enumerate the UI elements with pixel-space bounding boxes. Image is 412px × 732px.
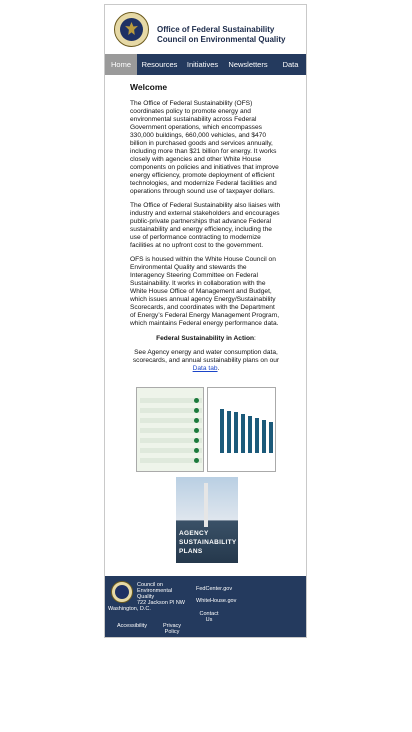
footer-link-whitehouse[interactable]: WhiteHouse.gov bbox=[196, 598, 236, 604]
nav-initiatives[interactable]: Initiatives bbox=[182, 54, 223, 75]
monument-icon bbox=[204, 483, 208, 527]
footer-address-line2: Washington, D.C. bbox=[108, 606, 151, 612]
poster-line-1: AGENCY bbox=[179, 530, 209, 537]
site-title-line1: Office of Federal Sustainability bbox=[157, 25, 275, 34]
nav-home[interactable]: Home bbox=[105, 54, 137, 75]
footer-link-accessibility[interactable]: Accessibility bbox=[117, 623, 147, 629]
see-data-text: See Agency energy and water consumption … bbox=[130, 349, 282, 373]
site-footer: Council on Environmental Quality 722 Jac… bbox=[105, 576, 306, 637]
footer-seal-icon bbox=[111, 581, 133, 603]
page-heading: Welcome bbox=[130, 82, 168, 92]
footer-link-privacy[interactable]: Privacy Policy bbox=[161, 623, 183, 635]
poster-line-2: SUSTAINABILITY bbox=[179, 539, 237, 546]
nav-resources[interactable]: Resources bbox=[137, 54, 182, 75]
data-thumbnails bbox=[136, 387, 276, 472]
site-header: Office of Federal Sustainability Council… bbox=[105, 5, 306, 54]
water-use-chart-thumbnail[interactable] bbox=[207, 387, 276, 472]
nav-data[interactable]: Data bbox=[273, 54, 306, 75]
footer-org: Council on Environmental Quality bbox=[137, 582, 173, 600]
page-frame: Office of Federal Sustainability Council… bbox=[104, 4, 307, 638]
intro-paragraph-2: The Office of Federal Sustainability als… bbox=[130, 202, 281, 249]
presidential-seal-icon[interactable] bbox=[114, 12, 149, 47]
scorecard-thumbnail[interactable] bbox=[136, 387, 204, 472]
section-subheading-colon: : bbox=[254, 335, 256, 342]
site-title[interactable]: Office of Federal Sustainability Council… bbox=[157, 25, 285, 45]
site-title-line2: Council on Environmental Quality bbox=[157, 35, 286, 44]
main-content: Welcome The Office of Federal Sustainabi… bbox=[130, 83, 282, 373]
data-tab-link-suffix: . bbox=[217, 365, 220, 372]
see-data-sentence: See Agency energy and water consumption … bbox=[132, 349, 280, 364]
footer-link-fedcenter[interactable]: FedCenter.gov bbox=[196, 586, 232, 592]
poster-text: AGENCY SUSTAINABILITY PLANS bbox=[179, 529, 237, 556]
intro-paragraph-1: The Office of Federal Sustainability (OF… bbox=[130, 100, 279, 195]
nav-newsletters[interactable]: Newsletters bbox=[223, 54, 273, 75]
sustainability-plans-image[interactable]: AGENCY SUSTAINABILITY PLANS bbox=[176, 477, 238, 563]
intro-paragraph-3: OFS is housed within the White House Cou… bbox=[130, 256, 280, 327]
section-subheading: Federal Sustainability in Action: bbox=[130, 335, 282, 343]
data-tab-link[interactable]: Data tab bbox=[193, 365, 218, 372]
section-subheading-text: Federal Sustainability in Action bbox=[156, 335, 255, 342]
main-nav: Home Resources Initiatives Newsletters D… bbox=[105, 54, 306, 75]
footer-link-contact[interactable]: Contact Us bbox=[199, 611, 219, 623]
poster-line-3: PLANS bbox=[179, 548, 203, 555]
